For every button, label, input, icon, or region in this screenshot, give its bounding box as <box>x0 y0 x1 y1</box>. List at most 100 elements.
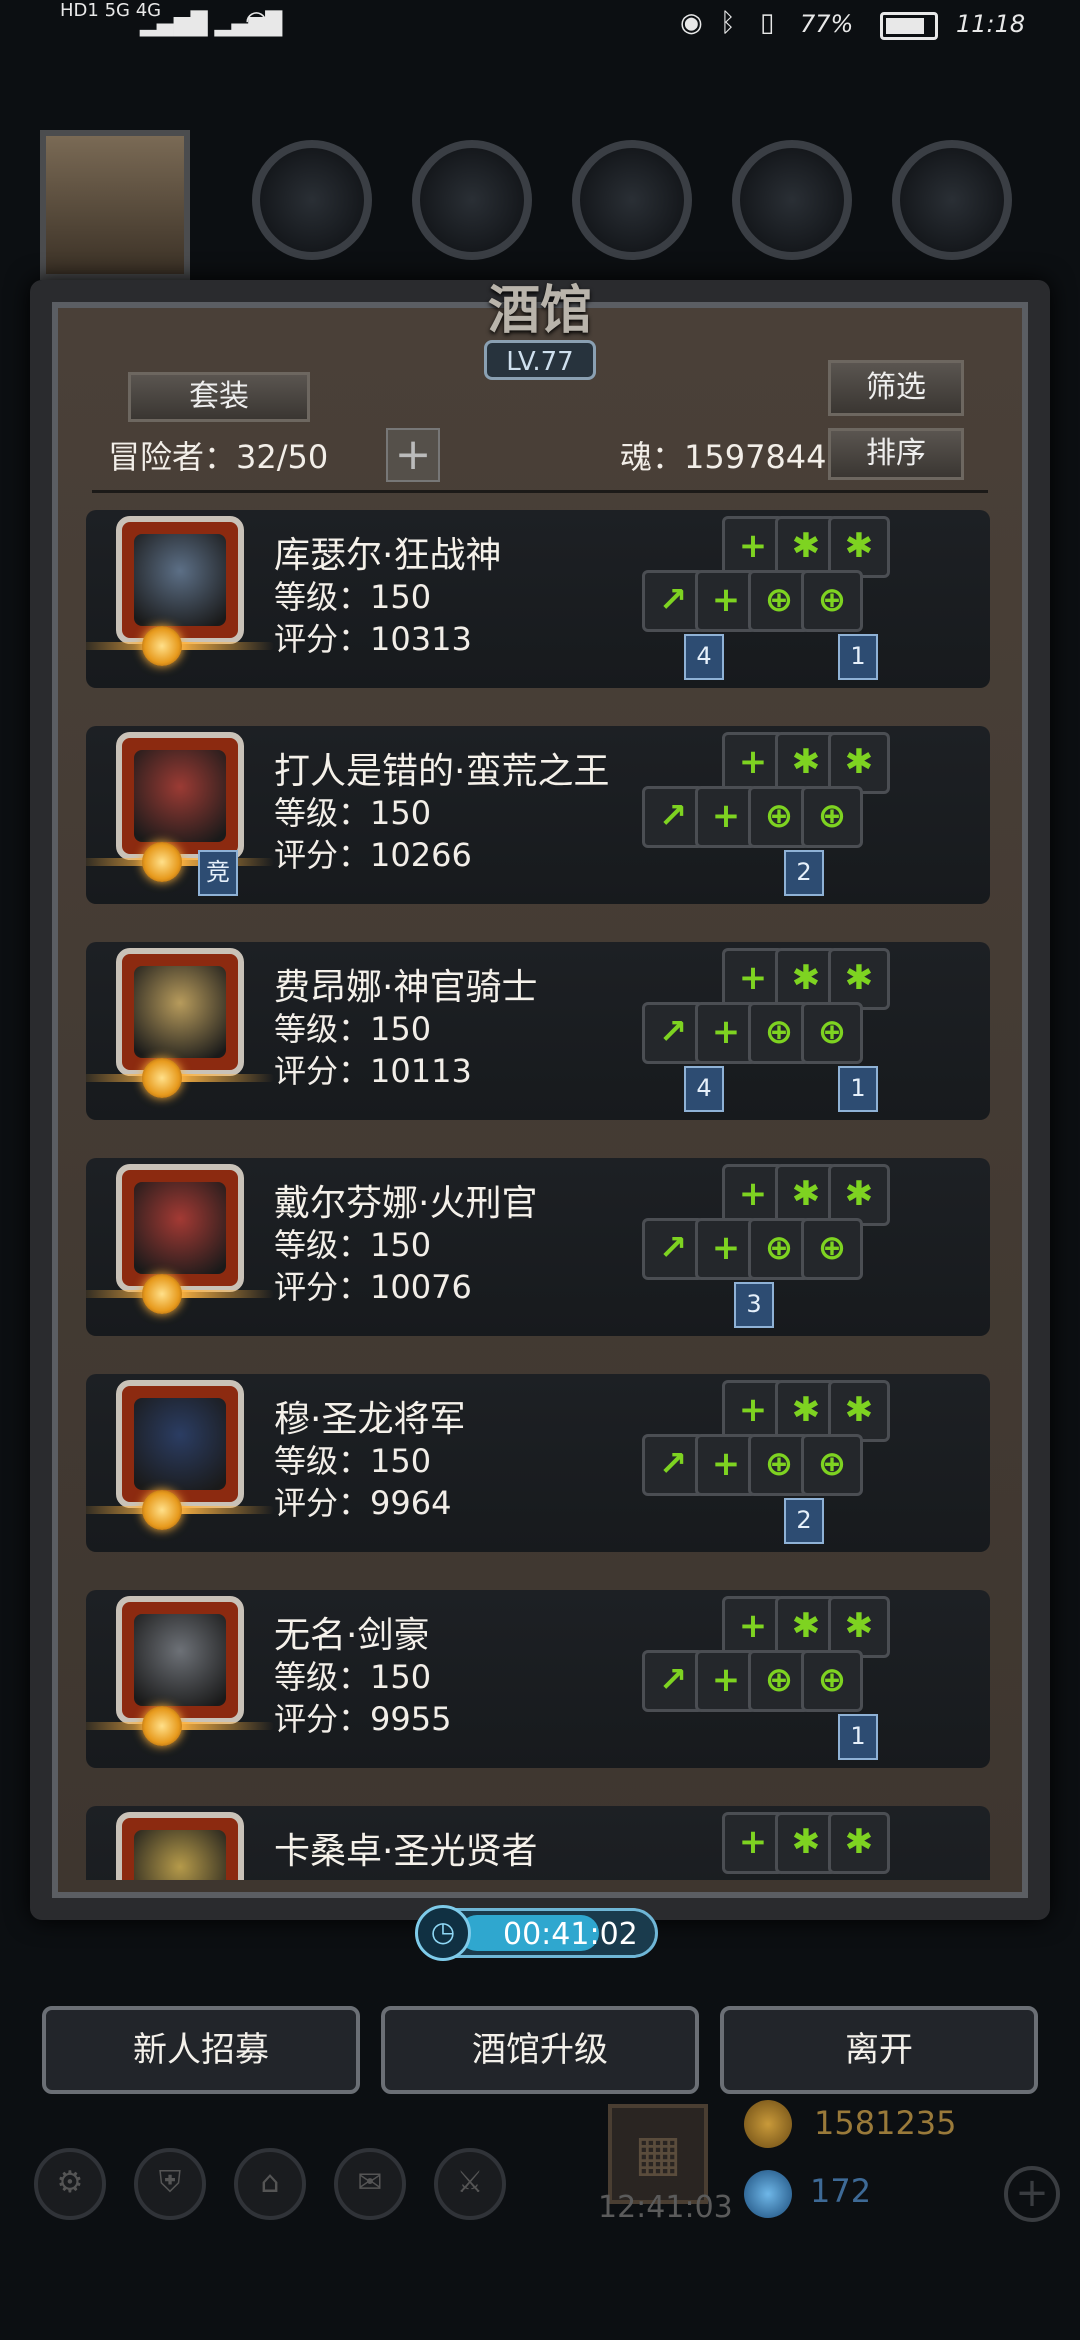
gem-icon <box>744 2170 792 2218</box>
hero-list[interactable]: 库瑟尔·狂战神 等级：150 评分：10313 + ✱ ✱ ↗ + ⊕ ⊕ 4 1 打人是错的·蛮荒之王… <box>86 510 990 1880</box>
event-clock: 12:41:03 <box>598 2190 733 2225</box>
divider <box>92 490 988 493</box>
status-bar: HD1 5G 4G ▂▄▆█ ▂▄▆█ ◠ ◉ ᛒ ▯ 77% 11:18 <box>0 0 1080 50</box>
hero-score: 评分：10113 <box>274 1052 472 1090</box>
equip-slot-icon[interactable]: ✱ <box>828 1164 890 1226</box>
equip-slot-icon[interactable]: ⊕ <box>801 570 863 632</box>
equip-slot-icon[interactable]: ⊕ <box>801 1002 863 1064</box>
filter-button[interactable]: 筛选 <box>828 360 964 416</box>
shield-icon[interactable]: ⛨ <box>134 2148 206 2220</box>
hero-level: 等级：150 <box>274 1442 432 1480</box>
tavern-level: LV.77 <box>484 340 596 380</box>
rank-tag: 竞 <box>198 850 238 896</box>
eye-icon: ◉ <box>680 8 703 38</box>
equip-slot-icon[interactable]: ✱ <box>828 732 890 794</box>
vibrate-icon: ▯ <box>760 8 775 38</box>
hero-card[interactable]: 打人是错的·蛮荒之王 等级：150 评分：10266 + ✱ ✱ ↗ + ⊕ ⊕ 竞 2 <box>86 726 990 904</box>
hero-name: 戴尔芬娜·火刑官 <box>274 1183 538 1224</box>
battery-icon <box>880 12 938 40</box>
hero-portrait[interactable] <box>116 1812 244 1880</box>
rank-gem-icon <box>142 1274 182 1314</box>
set-button[interactable]: 套装 <box>128 372 310 422</box>
equip-slot-icon[interactable]: ⊕ <box>801 1650 863 1712</box>
rank-tag: 4 <box>684 1066 724 1112</box>
hero-score: 评分：10313 <box>274 620 472 658</box>
rank-tag: 2 <box>784 1498 824 1544</box>
hero-card[interactable]: 库瑟尔·狂战神 等级：150 评分：10313 + ✱ ✱ ↗ + ⊕ ⊕ 4 1 <box>86 510 990 688</box>
player-avatar[interactable] <box>40 130 190 280</box>
adventurer-count: 冒险者：32/50 <box>108 438 329 476</box>
timer-text: 00:41:02 <box>503 1917 638 1952</box>
wifi-icon: ◠ <box>245 6 268 36</box>
hero-portrait[interactable] <box>116 1164 244 1292</box>
equip-slot-icon[interactable]: ✱ <box>828 1812 890 1874</box>
hero-level: 等级：150 <box>274 1658 432 1696</box>
hero-card[interactable]: 卡桑卓·圣光贤者 + ✱ ✱ <box>86 1806 990 1880</box>
rank-tag: 3 <box>734 1282 774 1328</box>
hero-face <box>134 1398 226 1490</box>
gift-icon[interactable]: ▦ <box>608 2104 708 2204</box>
hero-face <box>134 1614 226 1706</box>
hero-card[interactable]: 费昂娜·神官骑士 等级：150 评分：10113 + ✱ ✱ ↗ + ⊕ ⊕ 4 1 <box>86 942 990 1120</box>
soul-count: 魂：1597844 <box>620 438 827 476</box>
hero-level: 等级：150 <box>274 794 432 832</box>
add-currency-button[interactable]: + <box>1004 2166 1060 2222</box>
hero-face <box>134 534 226 626</box>
hero-level: 等级：150 <box>274 1226 432 1264</box>
leave-button[interactable]: 离开 <box>720 2006 1038 2094</box>
add-slot-button[interactable]: + <box>386 428 440 482</box>
wood-icon <box>412 140 532 260</box>
rank-tag: 2 <box>784 850 824 896</box>
rank-gem-icon <box>142 842 182 882</box>
rank-tag: 1 <box>838 1066 878 1112</box>
gold-amount: 1581235 <box>814 2104 957 2142</box>
rank-gem-icon <box>142 626 182 666</box>
swords-icon[interactable]: ⚔ <box>434 2148 506 2220</box>
mail-icon[interactable]: ✉ <box>334 2148 406 2220</box>
clock: 11:18 <box>956 10 1026 38</box>
equip-slot-icon[interactable]: ✱ <box>828 1380 890 1442</box>
recruit-button[interactable]: 新人招募 <box>42 2006 360 2094</box>
equip-slot-icon[interactable]: ✱ <box>828 1596 890 1658</box>
hero-face <box>134 750 226 842</box>
rank-tag: 1 <box>838 1714 878 1760</box>
hero-card[interactable]: 无名·剑豪 等级：150 评分：9955 + ✱ ✱ ↗ + ⊕ ⊕ 1 <box>86 1590 990 1768</box>
rank-tag: 4 <box>684 634 724 680</box>
hero-score: 评分：9964 <box>274 1484 452 1522</box>
refresh-timer: ◷ 00:41:02 <box>415 1905 658 1961</box>
rank-gem-icon <box>142 1058 182 1098</box>
hero-name: 卡桑卓·圣光贤者 <box>274 1831 538 1872</box>
hero-name: 打人是错的·蛮荒之王 <box>274 751 610 792</box>
hero-portrait[interactable] <box>116 732 244 860</box>
battery-percent: 77% <box>800 10 854 38</box>
stone-icon <box>892 140 1012 260</box>
hero-score: 评分：9955 <box>274 1700 452 1738</box>
hero-face <box>134 1830 226 1880</box>
hero-card[interactable]: 穆·圣龙将军 等级：150 评分：9964 + ✱ ✱ ↗ + ⊕ ⊕ 2 <box>86 1374 990 1552</box>
gate-icon[interactable]: ⌂ <box>234 2148 306 2220</box>
hero-name: 费昂娜·神官骑士 <box>274 967 538 1008</box>
hero-portrait[interactable] <box>116 948 244 1076</box>
settings-icon[interactable]: ⚙ <box>34 2148 106 2220</box>
upgrade-tavern-button[interactable]: 酒馆升级 <box>381 2006 699 2094</box>
bluetooth-icon: ᛒ <box>720 8 736 38</box>
equip-slot-icon[interactable]: ✱ <box>828 948 890 1010</box>
equip-slot-icon[interactable]: ✱ <box>828 516 890 578</box>
equip-slot-icon[interactable]: ⊕ <box>801 786 863 848</box>
sort-button[interactable]: 排序 <box>828 428 964 480</box>
hero-score: 评分：10266 <box>274 836 472 874</box>
hero-level: 等级：150 <box>274 578 432 616</box>
hero-score: 评分：10076 <box>274 1268 472 1306</box>
hero-card[interactable]: 戴尔芬娜·火刑官 等级：150 评分：10076 + ✱ ✱ ↗ + ⊕ ⊕ 3 <box>86 1158 990 1336</box>
equip-slot-icon[interactable]: ⊕ <box>801 1218 863 1280</box>
crystal-icon <box>732 140 852 260</box>
clock-icon: ◷ <box>415 1905 471 1961</box>
hero-name: 无名·剑豪 <box>274 1615 430 1656</box>
hero-portrait[interactable] <box>116 1380 244 1508</box>
hero-level: 等级：150 <box>274 1010 432 1048</box>
meat-icon <box>252 140 372 260</box>
equip-slot-icon[interactable]: ⊕ <box>801 1434 863 1496</box>
hero-portrait[interactable] <box>116 1596 244 1724</box>
hero-portrait[interactable] <box>116 516 244 644</box>
hero-name: 穆·圣龙将军 <box>274 1399 466 1440</box>
